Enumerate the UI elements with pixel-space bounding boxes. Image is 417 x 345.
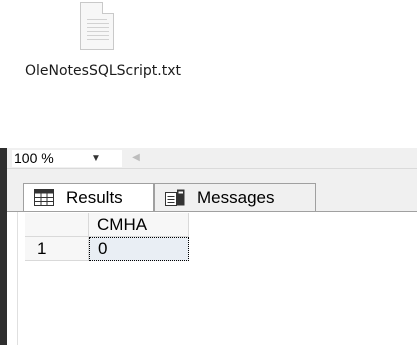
file-text-line bbox=[87, 35, 109, 36]
results-panel: 100 % ▼ ◀ Results Messages CMHA 1 0 bbox=[0, 148, 417, 345]
grid-divider bbox=[17, 212, 18, 345]
file-corner-fold bbox=[102, 2, 114, 14]
chevron-down-icon[interactable]: ▼ bbox=[91, 150, 101, 167]
file-text-line bbox=[87, 27, 109, 28]
grid-icon bbox=[34, 189, 54, 206]
result-tabs: Results Messages bbox=[7, 169, 417, 212]
results-grid: CMHA 1 0 bbox=[7, 211, 417, 345]
column-header-cmha[interactable]: CMHA bbox=[89, 213, 189, 237]
scroll-left-icon[interactable]: ◀ bbox=[130, 150, 142, 166]
tab-results[interactable]: Results bbox=[23, 183, 154, 212]
grid-corner-header[interactable] bbox=[25, 213, 89, 237]
tab-messages[interactable]: Messages bbox=[154, 183, 316, 212]
row-header[interactable]: 1 bbox=[25, 237, 89, 261]
file-text-line bbox=[87, 19, 107, 20]
file-text-line bbox=[87, 23, 109, 24]
tab-messages-label: Messages bbox=[197, 188, 275, 207]
file-document-shape bbox=[80, 2, 114, 50]
grid-cell-selected[interactable]: 0 bbox=[89, 237, 189, 261]
messages-icon bbox=[165, 189, 185, 206]
zoom-value: 100 % bbox=[14, 150, 54, 166]
text-file-icon[interactable] bbox=[80, 2, 124, 52]
file-text-line bbox=[87, 39, 109, 40]
tab-results-label: Results bbox=[66, 188, 123, 207]
file-text-line bbox=[87, 31, 109, 32]
panel-left-border bbox=[0, 148, 7, 345]
file-name-label[interactable]: OleNotesSQLScript.txt bbox=[0, 61, 206, 82]
zoom-dropdown[interactable]: 100 % ▼ bbox=[12, 150, 122, 167]
zoom-toolbar: 100 % ▼ ◀ bbox=[7, 148, 417, 169]
